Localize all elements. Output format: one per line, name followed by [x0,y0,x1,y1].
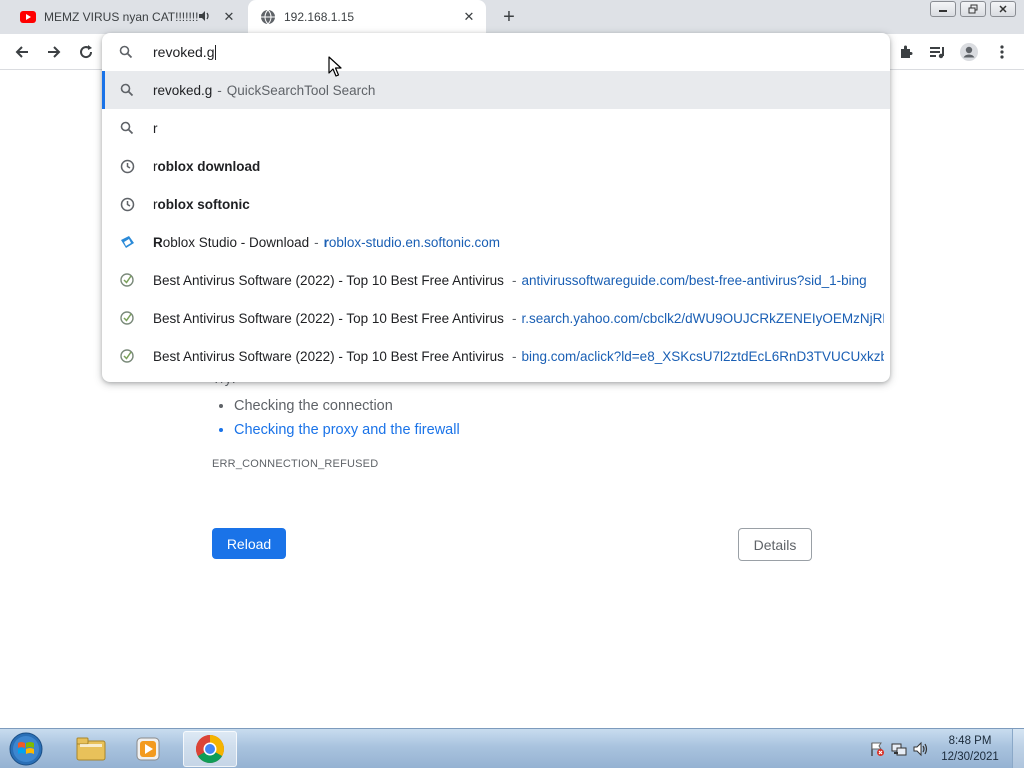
separator: - [512,310,517,326]
start-button[interactable] [4,731,48,767]
separator: - [512,272,517,288]
separator: - [512,348,517,364]
page-clock-icon [119,272,135,288]
windows-logo-icon [9,732,43,766]
separator: - [314,234,319,250]
clock-date: 12/30/2021 [941,751,999,763]
volume-icon[interactable] [910,741,932,757]
search-icon [119,83,135,97]
suggestion-history-roblox-softonic[interactable]: r oblox softonic [102,185,890,223]
suggestion-url: antivirussoftwareguide.com/best-free-ant… [521,272,867,288]
more-menu-icon[interactable] [990,40,1014,64]
omnibox-dropdown: revoked.g revoked.g - QuickSearchTool Se… [102,33,890,382]
close-window-button[interactable] [990,1,1016,17]
windows-taskbar: 8:48 PM 12/30/2021 [0,728,1024,768]
suggestion-url: bing.com/aclick?ld=e8_XSKcsU7l2ztdEcL6Rn… [521,348,884,364]
extensions-puzzle-icon[interactable] [894,40,918,64]
tab-title: MEMZ VIRUS nyan CAT!!!!!!!!!!!!!!!!!! [44,10,198,24]
suggestion-list: revoked.g - QuickSearchTool Search r r ob… [102,71,890,375]
error-code: ERR_CONNECTION_REFUSED [212,458,379,470]
suggestion-rest: oblox download [157,158,261,174]
tab-strip: MEMZ VIRUS nyan CAT!!!!!!!!!!!!!!!!!! ✕ … [0,0,1024,34]
suggestion-history-roblox-download[interactable]: r oblox download [102,147,890,185]
system-tray: 8:48 PM 12/30/2021 [866,729,1024,768]
media-player-icon[interactable] [122,731,176,767]
address-bar[interactable]: revoked.g [102,33,890,71]
suggestion-text: revoked.g [153,82,213,98]
softonic-favicon [119,235,135,250]
suggestion-page-antivirus-3[interactable]: Best Antivirus Software (2022) - Top 10 … [102,337,890,375]
close-tab-icon[interactable]: ✕ [460,8,478,26]
suggestion-search-revoked[interactable]: revoked.g - QuickSearchTool Search [102,71,890,109]
page-clock-icon [119,310,135,326]
tab-title: 192.168.1.15 [284,10,355,24]
history-clock-icon [119,197,135,212]
system-clock[interactable]: 8:48 PM 12/30/2021 [932,733,1008,765]
suggestion-check-connection: Checking the connection [234,394,460,418]
suggestion-title: oblox Studio - Download [162,234,310,250]
suggestion-search-r[interactable]: r [102,109,890,147]
reload-button[interactable]: Reload [212,528,286,559]
network-icon[interactable] [888,741,910,757]
clock-time: 8:48 PM [948,735,992,747]
file-explorer-icon[interactable] [64,731,118,767]
suggestion-description: QuickSearchTool Search [226,82,376,98]
suggestion-title: Best Antivirus Software (2022) - Top 10 … [153,272,504,288]
minimize-button[interactable] [930,1,956,17]
search-icon [119,45,135,59]
page-clock-icon [119,348,135,364]
suggestion-list: Checking the connection Checking the pro… [234,394,460,442]
suggestion-page-antivirus-2[interactable]: Best Antivirus Software (2022) - Top 10 … [102,299,890,337]
search-icon [119,121,135,135]
history-clock-icon [119,159,135,174]
suggestion-page-antivirus-1[interactable]: Best Antivirus Software (2022) - Top 10 … [102,261,890,299]
media-controls-icon[interactable] [926,40,950,64]
globe-icon [260,9,276,25]
chrome-icon[interactable] [183,731,237,767]
tab-memz-video[interactable]: MEMZ VIRUS nyan CAT!!!!!!!!!!!!!!!!!! ✕ [8,0,246,34]
suggestion-site-roblox-studio[interactable]: Roblox Studio - Download - roblox-studio… [102,223,890,261]
profile-avatar-icon[interactable] [957,40,981,64]
mouse-cursor-icon [328,56,342,77]
suggestion-rest: oblox softonic [157,196,250,212]
text-caret [215,45,217,61]
close-tab-icon[interactable]: ✕ [220,8,238,26]
separator: - [217,82,222,98]
details-button[interactable]: Details [738,528,812,561]
suggestion-url: r.search.yahoo.com/cbclk2/dWU9OUJCRkZENE… [521,310,884,326]
forward-arrow-icon[interactable] [42,40,66,64]
suggestion-title: Best Antivirus Software (2022) - Top 10 … [153,310,504,326]
tab-active-ip[interactable]: 192.168.1.15 ✕ [248,0,486,34]
window-controls [930,1,1016,17]
address-input-text[interactable]: revoked.g [153,44,217,61]
suggestion-text: r [153,120,158,136]
action-center-flag-icon[interactable] [866,741,888,757]
reload-icon[interactable] [74,40,98,64]
audio-playing-icon[interactable] [198,10,214,25]
suggestion-title: Best Antivirus Software (2022) - Top 10 … [153,348,504,364]
suggestion-check-proxy-link[interactable]: Checking the proxy and the firewall [234,418,460,442]
back-arrow-icon[interactable] [10,40,34,64]
show-desktop-button[interactable] [1012,729,1024,768]
restore-button[interactable] [960,1,986,17]
suggestion-url: roblox-studio.en.softonic.com [323,234,500,250]
suggestion-title-match: R [153,234,163,250]
new-tab-button[interactable]: + [498,6,520,28]
youtube-icon [20,9,36,25]
